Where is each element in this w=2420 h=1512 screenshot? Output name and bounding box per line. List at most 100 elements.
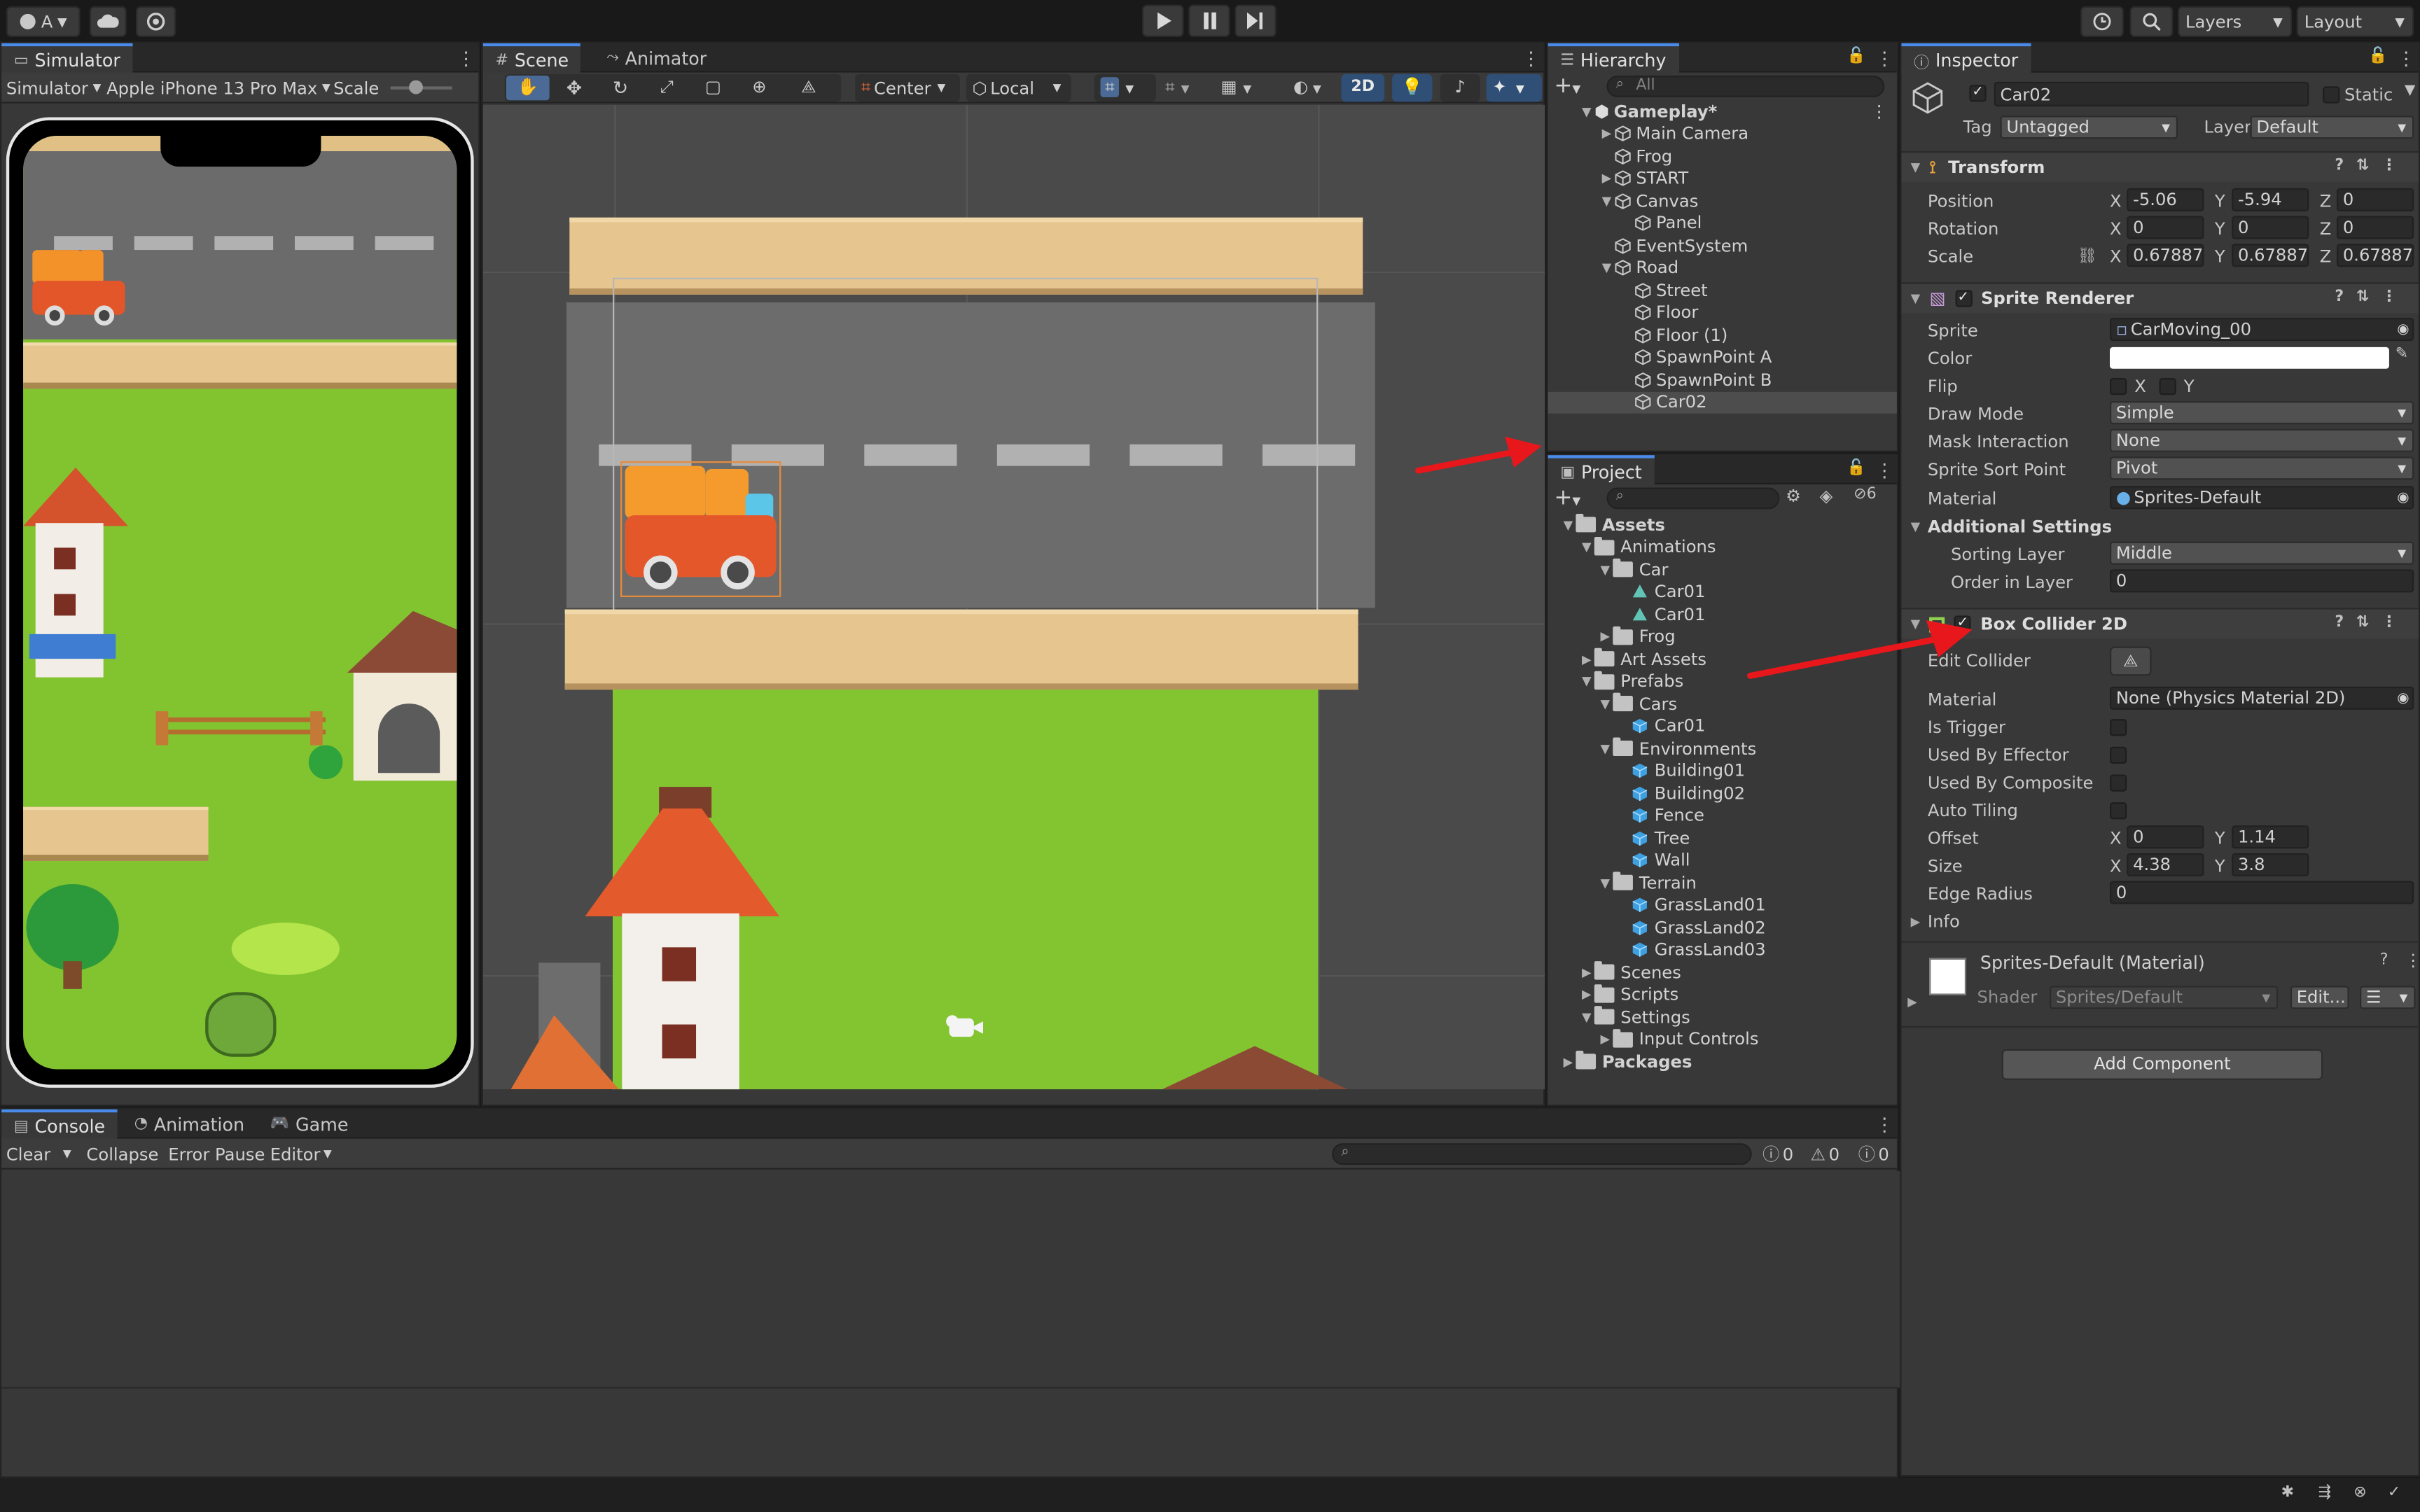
physics-material-field[interactable]: None (Physics Material 2D) ◉: [2110, 686, 2414, 710]
project-asset-item[interactable]: GrassLand01: [1548, 894, 1897, 916]
hierarchy-item[interactable]: Street: [1548, 279, 1897, 302]
project-folder-item[interactable]: ▼ Environments: [1548, 738, 1897, 760]
foldout-arrow-icon[interactable]: ▶: [1579, 652, 1594, 666]
hierarchy-item[interactable]: EventSystem: [1548, 234, 1897, 257]
transform-tool-icon[interactable]: ⊕: [738, 76, 781, 100]
object-picker-icon[interactable]: ◉: [2397, 490, 2409, 505]
tab-game[interactable]: 🎮 Game: [258, 1110, 361, 1139]
project-folder-item[interactable]: ▶ Input Controls: [1548, 1028, 1897, 1051]
project-asset-item[interactable]: Building02: [1548, 782, 1897, 804]
scene-menu-icon[interactable]: ⋮: [1522, 48, 1540, 69]
sprite-object-field[interactable]: ▫ CarMoving_00 ◉: [2110, 318, 2414, 342]
project-asset-item[interactable]: GrassLand03: [1548, 939, 1897, 961]
flip-x-checkbox[interactable]: [2110, 378, 2127, 396]
simulator-menu-icon[interactable]: ⋮: [457, 48, 475, 69]
project-search-input[interactable]: ⌕: [1606, 487, 1780, 510]
material-menu-icon[interactable]: ⋮: [2405, 951, 2420, 971]
grid-snap-toggle[interactable]: ⌗ ▼: [1094, 74, 1156, 102]
tab-project[interactable]: ▣ Project: [1548, 455, 1655, 486]
project-asset-item[interactable]: Tree: [1548, 827, 1897, 849]
component-header-icons[interactable]: ?⇅⋮: [2335, 158, 2409, 174]
foldout-arrow-icon[interactable]: ▶: [1560, 1055, 1576, 1069]
project-folder-item[interactable]: ▶ Scripts: [1548, 983, 1897, 1006]
shader-dropdown[interactable]: Sprites/Default ▼: [2050, 986, 2279, 1009]
cache-icon[interactable]: ⊗: [2353, 1484, 2366, 1501]
foldout-arrow-icon[interactable]: ▼: [1579, 104, 1594, 118]
lighting-toggle[interactable]: 💡: [1392, 74, 1433, 102]
tag-dropdown[interactable]: Untagged ▼: [2000, 115, 2178, 139]
hierarchy-item[interactable]: ▶ Main Camera: [1548, 122, 1897, 145]
console-menu-icon[interactable]: ⋮: [1875, 1114, 1893, 1135]
used-by-effector-checkbox[interactable]: [2110, 746, 2127, 764]
tab-console[interactable]: ▤ Console: [1, 1109, 118, 1140]
camera-gizmo-icon[interactable]: [943, 1015, 984, 1040]
account-dropdown[interactable]: A ▼: [6, 6, 81, 37]
project-asset-item[interactable]: Car01: [1548, 715, 1897, 738]
foldout-arrow-icon[interactable]: ▶: [1907, 995, 1917, 1009]
pivot-rotation-dropdown[interactable]: ⬡ Local ▼: [966, 74, 1071, 102]
position-x-field[interactable]: -5.06: [2127, 188, 2204, 211]
project-folder-item[interactable]: ▶ Scenes: [1548, 961, 1897, 983]
project-asset-item[interactable]: Building01: [1548, 760, 1897, 783]
material-help-icon[interactable]: ?: [2380, 952, 2388, 969]
add-component-button[interactable]: Add Component: [2001, 1049, 2323, 1080]
sprite-sort-point-dropdown[interactable]: Pivot ▼: [2110, 456, 2414, 480]
collapse-toggle[interactable]: Collapse: [86, 1142, 158, 1166]
foldout-arrow-icon[interactable]: ▼: [1579, 675, 1594, 689]
lock-icon[interactable]: 🔓: [1847, 48, 1865, 64]
scale-slider-thumb[interactable]: [409, 80, 423, 94]
hierarchy-item[interactable]: ▼ Road: [1548, 257, 1897, 279]
hierarchy-item[interactable]: Floor (1): [1548, 324, 1897, 346]
info-foldout[interactable]: ▶ Info: [1901, 907, 2418, 935]
used-by-composite-checkbox[interactable]: [2110, 774, 2127, 792]
create-asset-icon[interactable]: +▼: [1555, 486, 1581, 510]
scene-viewport[interactable]: [482, 104, 1545, 1090]
rotation-x-field[interactable]: 0: [2127, 216, 2204, 239]
color-swatch[interactable]: [2110, 346, 2389, 369]
hierarchy-scene-row[interactable]: ▼ ⬢ Gameplay* ⋮: [1548, 100, 1897, 122]
foldout-arrow-icon[interactable]: ▼: [1579, 1010, 1594, 1024]
hierarchy-item[interactable]: ▼ Canvas: [1548, 190, 1897, 212]
snap-increment-button[interactable]: ⌗ ▼: [1159, 74, 1205, 102]
draw-mode-button[interactable]: ◐ ▼: [1287, 74, 1333, 102]
size-y-field[interactable]: 3.8: [2232, 853, 2309, 876]
position-y-field[interactable]: -5.94: [2232, 188, 2309, 211]
flip-y-checkbox[interactable]: [2159, 378, 2176, 396]
hierarchy-menu-icon[interactable]: ⋮: [1875, 48, 1893, 69]
position-z-field[interactable]: 0: [2337, 188, 2414, 211]
pivot-mode-dropdown[interactable]: ⌗ Center ▼: [855, 74, 960, 102]
pause-button[interactable]: [1188, 4, 1230, 37]
foldout-arrow-icon[interactable]: ▼: [1560, 518, 1576, 532]
editor-target-dropdown[interactable]: Editor ▼: [270, 1142, 332, 1166]
project-folder-item[interactable]: ▼ Settings: [1548, 1006, 1897, 1028]
lock-icon[interactable]: 🔓: [1847, 460, 1865, 477]
tab-hierarchy[interactable]: ☰ Hierarchy: [1548, 43, 1679, 74]
project-folder-item[interactable]: ▼ Cars: [1548, 693, 1897, 715]
hierarchy-item[interactable]: Floor: [1548, 302, 1897, 324]
hierarchy-item[interactable]: SpawnPoint B: [1548, 369, 1897, 391]
cloud-button[interactable]: [89, 6, 127, 37]
foldout-arrow-icon[interactable]: ▼: [1597, 876, 1613, 890]
auto-tiling-checkbox[interactable]: [2110, 802, 2127, 820]
foldout-arrow-icon[interactable]: ▶: [1579, 988, 1594, 1002]
project-asset-item[interactable]: Car01: [1548, 581, 1897, 603]
static-dropdown-arrow[interactable]: ▼: [2405, 83, 2415, 99]
effects-toggle[interactable]: ✦ ▼: [1486, 74, 1542, 102]
static-checkbox[interactable]: [2323, 86, 2340, 104]
project-folder-item[interactable]: ▶ Packages: [1548, 1051, 1897, 1073]
object-picker-icon[interactable]: ◉: [2397, 322, 2409, 337]
project-folder-item[interactable]: ▼ Animations: [1548, 536, 1897, 559]
eyedropper-icon[interactable]: ✎: [2395, 346, 2408, 363]
rotation-y-field[interactable]: 0: [2232, 216, 2309, 239]
create-add-icon[interactable]: +▼: [1555, 74, 1581, 99]
tab-animator[interactable]: ⤳ Animator: [594, 43, 719, 73]
history-button[interactable]: [2080, 6, 2124, 37]
mode-2d-toggle[interactable]: 2D: [1341, 74, 1385, 102]
scale-tool-icon[interactable]: ⤢: [645, 76, 688, 100]
scene-car02-sprite[interactable]: [620, 461, 781, 597]
hierarchy-item[interactable]: SpawnPoint A: [1548, 346, 1897, 369]
shader-options-dropdown[interactable]: ☰ ▼: [2360, 986, 2416, 1009]
step-button[interactable]: [1235, 4, 1277, 37]
hierarchy-item[interactable]: ▶ START: [1548, 167, 1897, 190]
audio-toggle[interactable]: ♪: [1440, 74, 1480, 102]
